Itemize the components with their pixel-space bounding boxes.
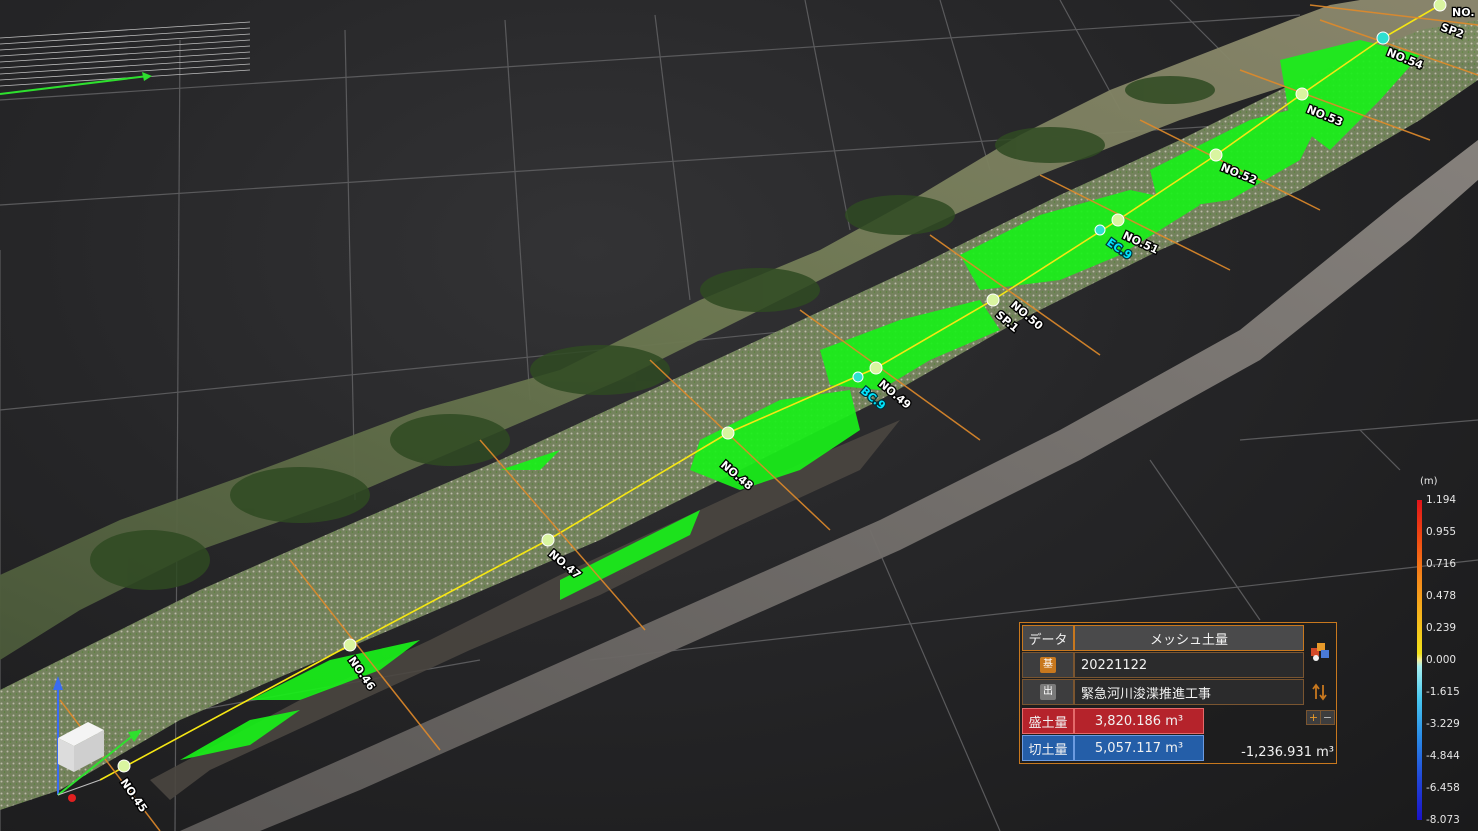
panel-header-data: データ bbox=[1022, 625, 1074, 651]
legend-tick: -8.073 bbox=[1426, 814, 1460, 826]
legend-unit: (m) bbox=[1420, 476, 1438, 487]
minus-icon[interactable]: − bbox=[1320, 710, 1335, 725]
cut-volume-value: 5,057.117 m³ bbox=[1074, 735, 1204, 761]
legend-tick: -4.844 bbox=[1426, 750, 1460, 762]
compare-dataset-select[interactable]: 緊急河川浚渫推進工事 bbox=[1074, 679, 1304, 705]
axis-indicator bbox=[0, 21, 251, 87]
base-dataset-select[interactable]: 20221122 bbox=[1074, 652, 1304, 678]
legend-tick: -6.458 bbox=[1426, 782, 1460, 794]
legend-tick: 0.716 bbox=[1426, 558, 1457, 570]
fill-volume-label: 盛土量 bbox=[1022, 708, 1074, 734]
volume-info-panel: データ メッシュ土量 基 20221122 出 緊急河川浚渫推進工事 盛土量 3… bbox=[1019, 622, 1337, 764]
station-label-no-edge: NO. bbox=[1452, 6, 1475, 19]
legend-tick: 0.478 bbox=[1426, 590, 1457, 602]
plus-icon[interactable]: + bbox=[1306, 710, 1321, 725]
legend-color-bar bbox=[1417, 500, 1422, 820]
station-label-no45: NO.45 bbox=[118, 776, 150, 814]
cut-volume-label: 切土量 bbox=[1022, 735, 1074, 761]
swap-icon[interactable] bbox=[1306, 679, 1334, 705]
base-tag-cell: 基 bbox=[1022, 652, 1074, 678]
layers-icon[interactable] bbox=[1306, 627, 1334, 675]
legend-tick: 0.955 bbox=[1426, 526, 1457, 538]
legend-tick: -3.229 bbox=[1426, 718, 1460, 730]
compare-tag: 出 bbox=[1040, 684, 1056, 700]
fill-volume-value: 3,820.186 m³ bbox=[1074, 708, 1204, 734]
base-tag: 基 bbox=[1040, 657, 1056, 673]
compare-tag-cell: 出 bbox=[1022, 679, 1074, 705]
legend-tick: 0.239 bbox=[1426, 622, 1457, 634]
3d-viewport[interactable]: NO.45 NO.46 NO.47 NO.48 NO.49 NO.50 NO.5… bbox=[0, 0, 1478, 831]
legend-tick: 0.000 bbox=[1426, 654, 1457, 666]
panel-header-type: メッシュ土量 bbox=[1074, 625, 1304, 651]
legend-tick: -1.615 bbox=[1426, 686, 1460, 698]
elevation-legend: (m) 1.194 0.955 0.716 0.478 0.239 0.000 … bbox=[1410, 474, 1476, 826]
legend-tick: 1.194 bbox=[1426, 494, 1457, 506]
net-volume-value: -1,236.931 m³ bbox=[1241, 744, 1334, 760]
